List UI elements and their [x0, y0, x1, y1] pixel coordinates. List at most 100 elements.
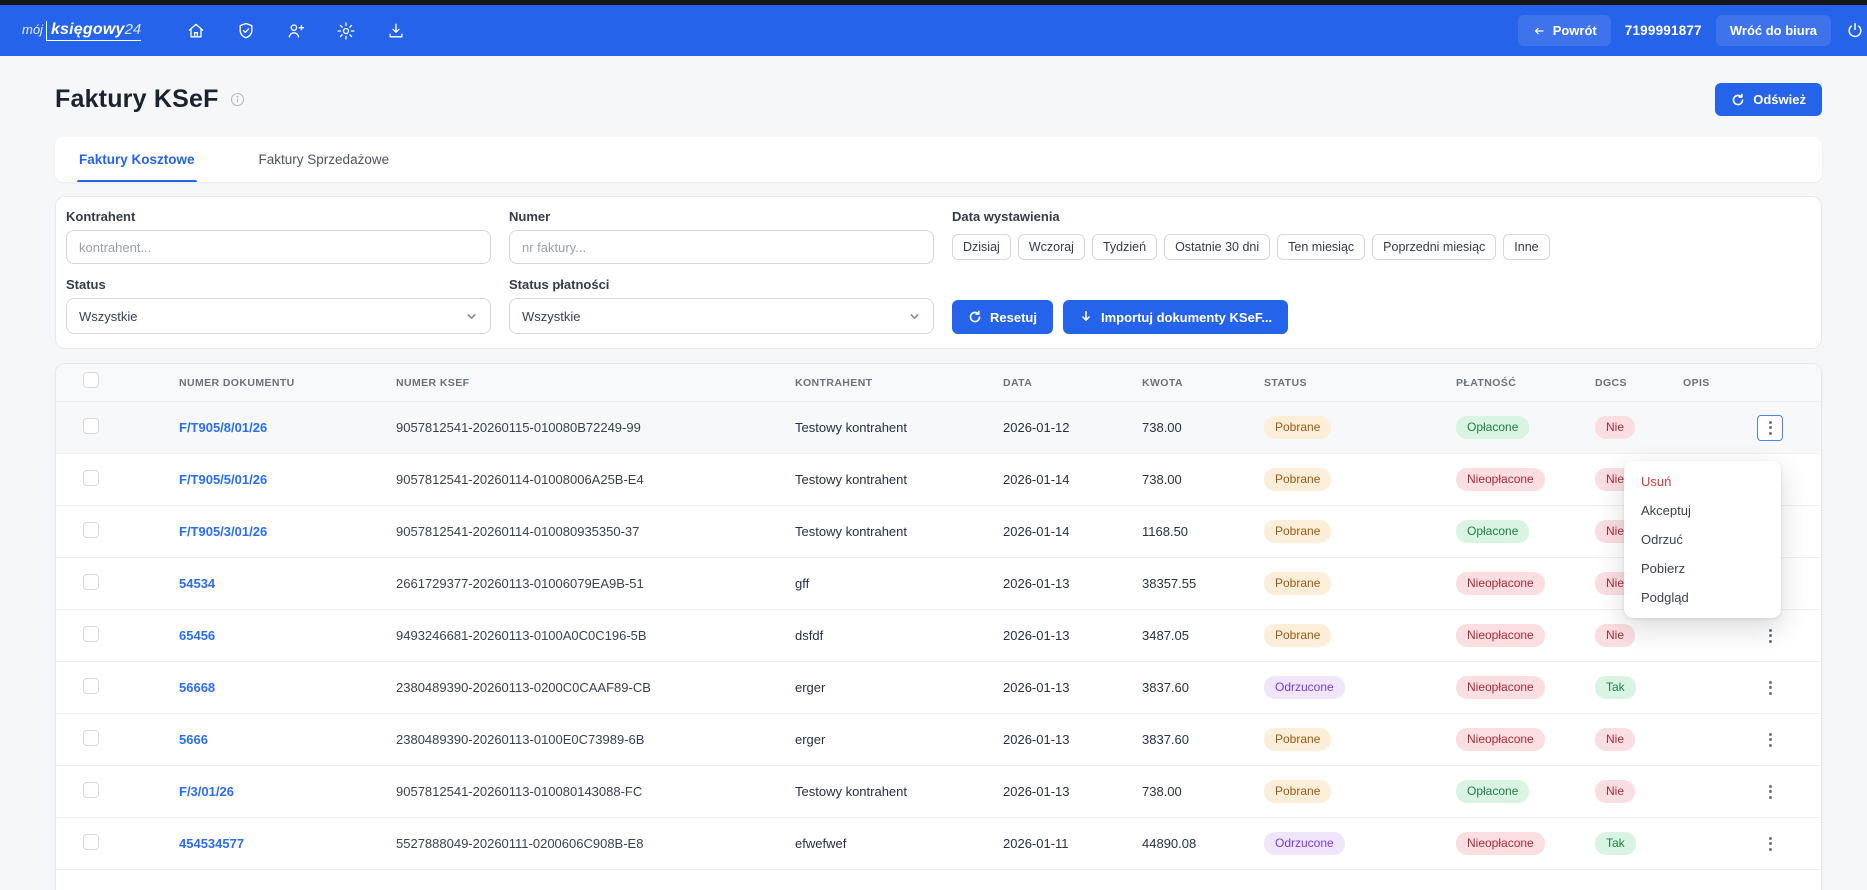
status-badge: Pobrane: [1264, 572, 1331, 594]
date-value: 2026-01-14: [1003, 524, 1142, 539]
numer-label: Numer: [509, 209, 934, 224]
home-icon[interactable]: [179, 14, 213, 48]
status-badge: Pobrane: [1264, 728, 1331, 750]
document-number-link[interactable]: F/T905/5/01/26: [179, 472, 267, 487]
table-row[interactable]: 566682380489390-20260113-0200C0CAAF89-CB…: [56, 662, 1821, 714]
logo-prefix: mój: [22, 22, 43, 37]
row-checkbox[interactable]: [83, 522, 99, 538]
row-checkbox[interactable]: [83, 834, 99, 850]
menu-item-odrzuć[interactable]: Odrzuć: [1624, 525, 1781, 554]
dgcs-badge: Tak: [1595, 832, 1636, 854]
row-actions-kebab-icon[interactable]: [1757, 727, 1783, 753]
row-checkbox[interactable]: [83, 678, 99, 694]
dgcs-badge: Nie: [1595, 624, 1635, 646]
app-window: mój księgowy24 Powrót: [0, 0, 1867, 890]
date-value: 2026-01-13: [1003, 576, 1142, 591]
ksef-number: 2661729377-20260113-01006079EA9B-51: [396, 576, 795, 591]
kontrahent-value: dsfdf: [795, 628, 1003, 643]
top-navbar: mój księgowy24 Powrót: [0, 5, 1867, 56]
date-chip-ostatnie-30-dni[interactable]: Ostatnie 30 dni: [1164, 234, 1270, 260]
table-row[interactable]: 54534 2661729377-20260113-01006079EA9B-51…: [56, 558, 1821, 610]
document-number-link[interactable]: 54534: [179, 576, 215, 591]
amount-value: 738.00: [1142, 784, 1264, 799]
import-ksef-button[interactable]: Importuj dokumenty KSeF...: [1063, 300, 1288, 334]
document-number-link[interactable]: 5666: [179, 732, 208, 747]
row-context-menu: UsuńAkceptujOdrzućPobierzPodgląd: [1624, 461, 1781, 618]
refresh-button[interactable]: Odśwież: [1715, 83, 1822, 116]
menu-item-podgląd[interactable]: Podgląd: [1624, 583, 1781, 612]
table-row[interactable]: F/3/01/269057812541-20260113-01008014308…: [56, 766, 1821, 818]
gear-icon[interactable]: [329, 14, 363, 48]
payment-status-select[interactable]: Wszystkie: [509, 298, 934, 334]
kontrahent-value: Testowy kontrahent: [795, 524, 1003, 539]
date-chip-dzisiaj[interactable]: Dzisiaj: [952, 234, 1011, 260]
col-dgcs: DGCS: [1595, 377, 1683, 389]
row-checkbox[interactable]: [83, 574, 99, 590]
document-number-link[interactable]: F/T905/8/01/26: [179, 420, 267, 435]
row-checkbox[interactable]: [83, 470, 99, 486]
select-all-checkbox[interactable]: [83, 372, 99, 388]
back-button-label: Powrót: [1553, 23, 1597, 38]
row-actions-kebab-icon[interactable]: [1757, 675, 1783, 701]
table-row[interactable]: 654569493246681-20260113-0100A0C0C196-5B…: [56, 610, 1821, 662]
document-number-link[interactable]: 65456: [179, 628, 215, 643]
date-value: 2026-01-13: [1003, 680, 1142, 695]
row-actions-kebab-icon[interactable]: [1757, 831, 1783, 857]
menu-item-usuń[interactable]: Usuń: [1624, 467, 1781, 496]
date-value: 2026-01-12: [1003, 420, 1142, 435]
status-badge: Pobrane: [1264, 468, 1331, 490]
document-number-link[interactable]: F/3/01/26: [179, 784, 234, 799]
row-actions-kebab-icon[interactable]: [1757, 623, 1783, 649]
table-row[interactable]: 56662380489390-20260113-0100E0C73989-6Be…: [56, 714, 1821, 766]
filters-panel: Kontrahent Numer Data wystawienia Dzisia…: [55, 196, 1822, 349]
table-row[interactable]: 454534577 5527888049-20260111-0200606C908…: [56, 818, 1821, 870]
status-select[interactable]: Wszystkie: [66, 298, 491, 334]
row-checkbox[interactable]: [83, 730, 99, 746]
payment-badge: Nieopłacone: [1456, 468, 1545, 490]
row-checkbox[interactable]: [83, 626, 99, 642]
refresh-icon: [1731, 93, 1745, 107]
status-badge: Pobrane: [1264, 624, 1331, 646]
chevron-down-icon: [465, 310, 478, 323]
menu-item-pobierz[interactable]: Pobierz: [1624, 554, 1781, 583]
date-chip-poprzedni-miesiąc[interactable]: Poprzedni miesiąc: [1372, 234, 1496, 260]
ksef-number: 5527888049-20260111-0200606C908B-E8: [396, 836, 795, 851]
document-number-link[interactable]: 454534577: [179, 836, 244, 851]
tab-faktury-sprzedazowe[interactable]: Faktury Sprzedażowe: [257, 137, 392, 182]
dgcs-badge: Tak: [1595, 676, 1636, 698]
row-actions-kebab-icon[interactable]: [1757, 415, 1783, 441]
date-chip-wczoraj[interactable]: Wczoraj: [1018, 234, 1085, 260]
return-to-office-button[interactable]: Wróć do biura: [1716, 15, 1831, 46]
numer-input[interactable]: [509, 230, 934, 264]
date-chip-inne[interactable]: Inne: [1503, 234, 1549, 260]
document-number-link[interactable]: F/T905/3/01/26: [179, 524, 267, 539]
return-to-office-label: Wróć do biura: [1730, 23, 1817, 38]
row-checkbox[interactable]: [83, 418, 99, 434]
power-icon[interactable]: [1845, 18, 1867, 44]
kontrahent-input[interactable]: [66, 230, 491, 264]
shield-check-icon[interactable]: [229, 14, 263, 48]
date-chip-tydzień[interactable]: Tydzień: [1092, 234, 1157, 260]
kontrahent-value: Testowy kontrahent: [795, 420, 1003, 435]
back-button[interactable]: Powrót: [1518, 15, 1611, 46]
menu-item-akceptuj[interactable]: Akceptuj: [1624, 496, 1781, 525]
tab-faktury-kosztowe[interactable]: Faktury Kosztowe: [77, 137, 197, 182]
col-status: STATUS: [1264, 377, 1456, 389]
document-number-link[interactable]: 56668: [179, 680, 215, 695]
tabs-bar: Faktury Kosztowe Faktury Sprzedażowe: [55, 137, 1822, 182]
reset-button[interactable]: Resetuj: [952, 300, 1053, 334]
app-logo[interactable]: mój księgowy24: [22, 21, 141, 41]
table-row[interactable]: F/T905/5/01/26 9057812541-20260114-010080…: [56, 454, 1821, 506]
row-checkbox[interactable]: [83, 782, 99, 798]
user-plus-icon[interactable]: [279, 14, 313, 48]
download-icon[interactable]: [379, 14, 413, 48]
col-data: DATA: [1003, 377, 1142, 389]
table-row[interactable]: F/T905/8/01/269057812541-20260115-010080…: [56, 402, 1821, 454]
col-kontrahent: KONTRAHENT: [795, 377, 1003, 389]
ksef-number: 9057812541-20260114-01008006A25B-E4: [396, 472, 795, 487]
date-chip-ten-miesiąc[interactable]: Ten miesiąc: [1277, 234, 1365, 260]
date-value: 2026-01-14: [1003, 472, 1142, 487]
row-actions-kebab-icon[interactable]: [1757, 779, 1783, 805]
table-row[interactable]: F/T905/3/01/269057812541-20260114-010080…: [56, 506, 1821, 558]
info-icon[interactable]: [229, 91, 246, 108]
